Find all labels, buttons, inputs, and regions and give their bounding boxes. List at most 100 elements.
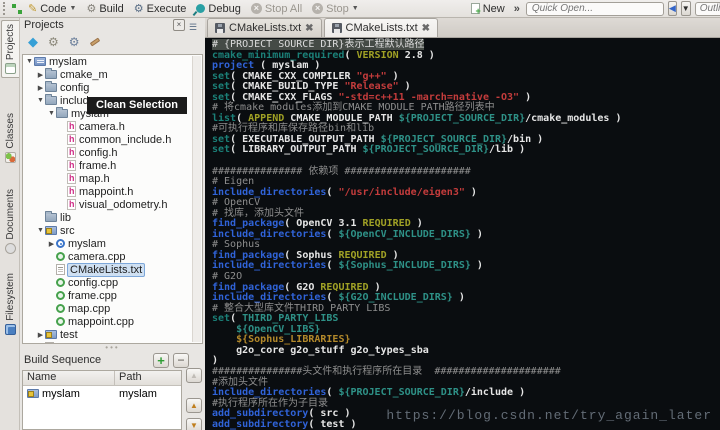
sort-button[interactable]: ▲: [186, 368, 202, 383]
tree-item-label: CMakeLists.txt: [67, 262, 146, 277]
table-row[interactable]: myslam myslam: [23, 386, 181, 401]
tree-item-camera-h[interactable]: camera.h: [23, 120, 202, 133]
move-down-button[interactable]: ▼: [186, 418, 202, 430]
tab-cmakelists-1[interactable]: CMakeLists.txt ✖: [207, 18, 322, 37]
move-up-button[interactable]: ▲: [186, 398, 202, 413]
watermark: https://blog.csdn.net/try_again_later: [386, 408, 712, 423]
outline-input[interactable]: [694, 1, 720, 16]
column-header-name[interactable]: Name: [23, 371, 115, 385]
remove-project-button[interactable]: −: [173, 352, 189, 368]
expander-closed-icon[interactable]: ▶: [36, 84, 45, 92]
build-config-gear-icon[interactable]: ⚙: [48, 36, 59, 48]
tree-item-label: common_include.h: [79, 133, 172, 146]
tree-item-mappoint-h[interactable]: mappoint.h: [23, 185, 202, 198]
tree-item-label: frame.h: [79, 159, 117, 172]
expander-closed-icon[interactable]: ▶: [47, 240, 56, 248]
clean-brush-icon[interactable]: [89, 37, 100, 47]
tree-item-frame-h[interactable]: frame.h: [23, 159, 202, 172]
toolbar-overflow-chevron[interactable]: »: [514, 3, 520, 15]
expander-closed-icon[interactable]: ▶: [36, 331, 45, 339]
sidetab-documents[interactable]: Documents: [1, 186, 19, 257]
expander-open-icon[interactable]: ▼: [47, 110, 56, 117]
toolbar-grip[interactable]: [3, 2, 5, 15]
tree-item-visual-odometry-h[interactable]: visual_odometry.h: [23, 198, 202, 211]
tab-cmakelists-2[interactable]: CMakeLists.txt ✖: [323, 18, 439, 37]
tree-item-lib[interactable]: lib: [23, 211, 202, 224]
build-button[interactable]: ⚙ Build: [83, 2, 126, 16]
tree-item-label: cmake_m: [60, 68, 108, 81]
tree-item-test[interactable]: ▶ test: [23, 328, 202, 341]
folder-file-icon: [45, 211, 57, 222]
tree-item-label: mappoint.h: [79, 185, 134, 198]
tree-item-map-cpp[interactable]: map.cpp: [23, 302, 202, 315]
tree-item-label: map.cpp: [68, 302, 111, 315]
expander-open-icon[interactable]: ▼: [25, 58, 34, 65]
documents-icon: [4, 242, 16, 254]
code-line: set( LIBRARY_OUTPUT_PATH ${PROJECT_SOURC…: [212, 144, 526, 156]
tree-item-label: myslam: [49, 55, 87, 68]
code-line: include_directories( ${Sophus_INCLUDE_DI…: [212, 260, 483, 272]
tree-item-frame-cpp[interactable]: frame.cpp: [23, 289, 202, 302]
sidetab-projects[interactable]: Projects: [1, 20, 19, 79]
projects-toolbar: ◆ ⚙ ⚙: [20, 32, 205, 52]
close-tab-icon[interactable]: ✖: [422, 23, 430, 34]
tree-item-config-h[interactable]: config.h: [23, 146, 202, 159]
detach-panel-button[interactable]: ×: [173, 19, 185, 31]
tree-item-map-h[interactable]: map.h: [23, 172, 202, 185]
expander-open-icon[interactable]: ▼: [36, 97, 45, 104]
code-line: include_directories( "/usr/include/eigen…: [212, 186, 477, 198]
tab-list-icon[interactable]: ☰: [189, 22, 202, 33]
cpp-file-icon: [56, 252, 65, 261]
arrow-down-icon: ▼: [190, 421, 198, 430]
add-project-button[interactable]: +: [153, 352, 169, 368]
gear-run-icon: ⚙: [133, 2, 144, 15]
stop-all-button[interactable]: × Stop All: [248, 2, 305, 16]
link-editor-icon[interactable]: ◆: [28, 35, 38, 48]
tree-item-cmakelists-txt[interactable]: CMakeLists.txt: [23, 262, 202, 277]
tree-item-myslam[interactable]: ▼ myslam: [23, 55, 202, 68]
tree-item-myslam[interactable]: ▶ myslam: [23, 237, 202, 250]
tree-item-label: config.h: [79, 146, 118, 159]
close-tab-icon[interactable]: ✖: [305, 23, 313, 34]
debug-button[interactable]: Debug: [193, 2, 243, 16]
main-toolbar: ✎ Code ▼ ⚙ Build ⚙ Execute Debug × Stop A…: [0, 0, 720, 18]
nav-back-button[interactable]: ◀: [667, 1, 677, 16]
code-line: include_directories( ${OpenCV_INCLUDE_DI…: [212, 228, 483, 240]
expander-closed-icon[interactable]: ▶: [36, 71, 45, 79]
tree-item-camera-cpp[interactable]: camera.cpp: [23, 250, 202, 263]
nav-history-dropdown-button[interactable]: ▼: [680, 1, 691, 16]
tree-item-label: frame.cpp: [68, 289, 117, 302]
new-button[interactable]: New: [468, 2, 508, 16]
new-file-icon: [470, 3, 481, 16]
h-file-icon: [67, 186, 76, 197]
expander-open-icon[interactable]: ▼: [36, 227, 45, 234]
stop-button[interactable]: × Stop ▼: [309, 2, 362, 16]
classes-icon: [4, 151, 16, 163]
column-header-path[interactable]: Path: [115, 371, 181, 385]
tree-item-common-include-h[interactable]: common_include.h: [23, 133, 202, 146]
tree-item-label: myslam: [68, 237, 106, 250]
quick-open-input[interactable]: [525, 1, 664, 16]
code-button[interactable]: ✎ Code ▼: [25, 2, 79, 16]
tree-scrollbar[interactable]: [192, 56, 201, 342]
tree-item-cmake-m[interactable]: ▶ cmake_m: [23, 68, 202, 81]
tree-item-src[interactable]: ▼ src: [23, 224, 202, 237]
project-tree: ▼myslam▶cmake_m▶config▼include▼myslamcam…: [22, 54, 203, 344]
tree-item-config-cpp[interactable]: config.cpp: [23, 276, 202, 289]
tree-item-label: camera.cpp: [68, 250, 126, 263]
execute-button[interactable]: ⚙ Execute: [131, 2, 190, 16]
sidetab-classes[interactable]: Classes: [1, 110, 19, 166]
tree-item-label: mappoint.cpp: [68, 315, 135, 328]
tree-item-config[interactable]: ▶ config: [23, 81, 202, 94]
sidetab-filesystem[interactable]: Filesystem: [1, 270, 19, 338]
code-editor[interactable]: # {PROJECT SOURCE DIR}表示工程默认路径 cmake_mini…: [205, 38, 720, 430]
project-settings-gear-icon[interactable]: ⚙: [69, 36, 80, 48]
target-file-icon: [56, 239, 65, 248]
tree-item-label: config: [60, 81, 90, 94]
tooltip: Clean Selection: [87, 97, 187, 114]
tree-item-label: lib: [60, 211, 72, 224]
folder-file-icon: [56, 107, 68, 118]
stop-icon: ×: [250, 3, 262, 14]
build-sequence-table: Name Path myslam myslam: [22, 370, 182, 430]
tree-item-mappoint-cpp[interactable]: mappoint.cpp: [23, 315, 202, 328]
